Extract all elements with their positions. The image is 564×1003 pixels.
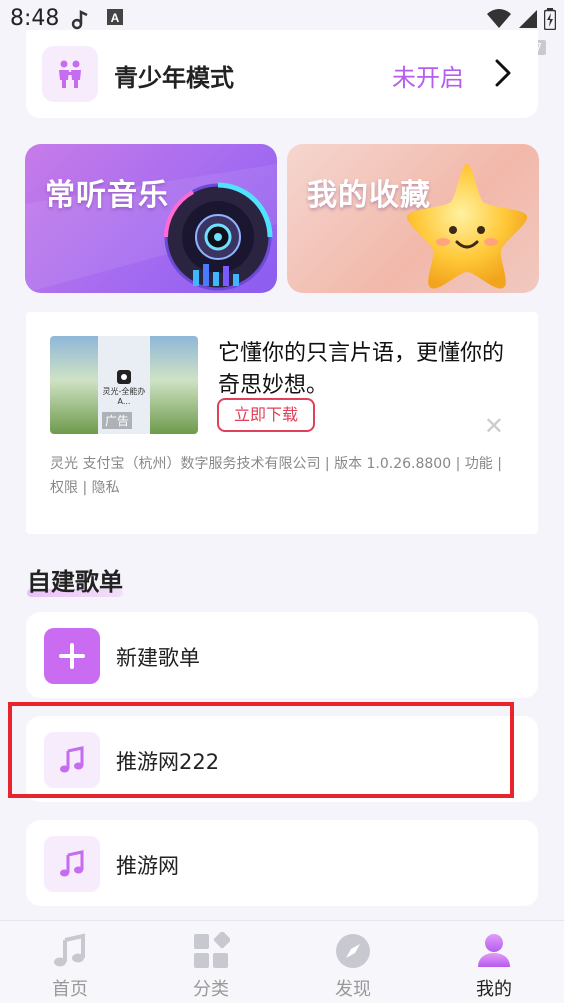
star-icon [397, 158, 537, 293]
new-playlist-button[interactable]: 新建歌单 [26, 612, 538, 698]
teen-mode-status: 未开启 [392, 64, 464, 92]
ad-tag: 广告 [102, 412, 133, 429]
ad-meta-info[interactable]: 灵光 支付宝（杭州）数字服务技术有限公司 | 版本 1.0.26.8800 | … [50, 452, 516, 500]
grid-icon [166, 931, 256, 971]
teen-mode-row[interactable]: 青少年模式 未开启 [26, 30, 538, 118]
nav-label: 我的 [476, 979, 512, 1000]
ad-headline: 它懂你的只言片语，更懂你的奇思妙想。 [218, 341, 505, 398]
my-favorites-card[interactable]: 我的收藏 [287, 144, 539, 293]
ad-download-button[interactable]: 立即下载 [217, 398, 315, 432]
vinyl-disc-icon [163, 182, 273, 293]
ad-thumbnail[interactable]: 灵光-全能办A... 广告 [50, 336, 198, 434]
plus-icon [44, 628, 100, 684]
svg-text:A: A [111, 11, 120, 25]
bottom-nav: 首页 分类 发现 我的 [0, 920, 564, 1003]
music-note-icon [44, 836, 100, 892]
compass-icon [308, 931, 398, 971]
user-icon [449, 931, 539, 971]
nav-label: 分类 [193, 979, 229, 1000]
music-note-icon [25, 931, 115, 971]
section-title: 自建歌单 [27, 568, 123, 596]
nav-label: 首页 [52, 979, 88, 1000]
status-time: 8:48 [10, 6, 60, 31]
app-logo-icon [117, 370, 131, 384]
close-icon[interactable]: ✕ [484, 412, 504, 440]
nav-home[interactable]: 首页 [25, 931, 115, 1001]
nav-category[interactable]: 分类 [166, 931, 256, 1001]
nav-discover[interactable]: 发现 [308, 931, 398, 1001]
chevron-right-icon [494, 58, 512, 92]
nav-label: 发现 [335, 979, 371, 1000]
playlist-label: 新建歌单 [116, 646, 200, 670]
frequent-music-title: 常听音乐 [45, 178, 169, 213]
highlight-box [8, 702, 514, 798]
nav-mine[interactable]: 我的 [449, 931, 539, 1001]
children-icon [42, 46, 98, 102]
battery-icon [543, 8, 557, 34]
frequent-music-card[interactable]: 常听音乐 [25, 144, 277, 293]
playlist-label: 推游网 [116, 854, 179, 878]
teen-mode-label: 青少年模式 [114, 64, 234, 92]
ad-thumbnail-text: 灵光-全能办A... [102, 387, 146, 406]
a-box-icon: A [106, 8, 124, 30]
ad-card[interactable]: 灵光-全能办A... 广告 它懂你的只言片语，更懂你的奇思妙想。 立即下载 ✕ … [26, 312, 538, 534]
playlist-item[interactable]: 推游网 [26, 820, 538, 906]
